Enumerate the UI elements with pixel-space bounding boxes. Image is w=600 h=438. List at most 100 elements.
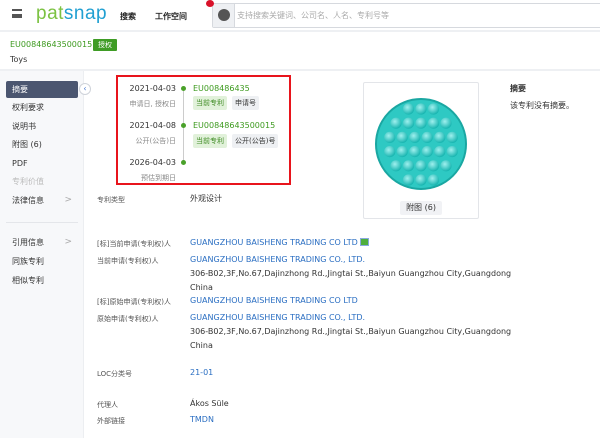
patent-number: EU00848643500015 [10,40,93,49]
patent-type-value: 外观设计 [190,194,222,203]
timeline-label: 申请日, 授权日 [129,100,176,108]
timeline-date: 2021-04-08 [129,121,177,130]
bubble [409,146,421,158]
bubble [384,146,396,158]
sidebar-item-label: 引用信息 [12,238,44,247]
abstract-heading: 摘要 [510,84,526,93]
field-label: [标]原始申请(专利权)人 [97,298,171,306]
notification-dot [206,0,214,7]
field-label: 当前申请(专利权)人 [97,257,159,265]
chevron-right-icon: > [64,195,72,205]
sidebar-item-citations[interactable]: 引用信息 > [6,234,78,251]
bubble [402,117,415,129]
bubble [415,174,427,186]
sidebar-item-claims[interactable]: 权利要求 [6,99,78,116]
sidebar-item-label: 相似专利 [12,276,44,285]
original-assignee-address: 306-B02,3F,No.67,Dajinzhong Rd.,Jingtai … [190,327,512,336]
bubble [446,131,458,143]
loc-class-link[interactable]: 21-01 [190,366,213,380]
bubble [440,160,452,172]
bubble [396,146,408,158]
original-assignee-country: China [190,341,213,350]
std-current-assignee-link[interactable]: GUANGZHOU BAISHENG TRADING CO LTD [190,238,358,247]
sidebar-item-label: 法律信息 [12,196,44,205]
bubble [427,160,440,172]
bubble [402,174,415,186]
publication-number-link[interactable]: EU00848643500015 [193,121,275,130]
nav-workspace[interactable]: 工作空间 [155,11,187,22]
sidebar-item-label: 摘要 [12,85,28,94]
bubble [402,160,415,172]
bubble [415,160,427,172]
figure-card[interactable]: 附图 (6) [363,82,479,219]
timeline-dot [181,123,186,128]
bubble [446,146,458,158]
sidebar-item-figures[interactable]: 附图 (6) [6,136,78,153]
sidebar-item-family[interactable]: 同族专利 [6,253,78,270]
collapse-sidebar-button[interactable]: ‹ [79,83,91,95]
bubble [440,117,452,129]
original-assignee-link[interactable]: GUANGZHOU BAISHENG TRADING CO., LTD. [190,311,511,325]
search-input[interactable] [237,8,587,23]
patsnap-logo[interactable]: patsnap [36,3,107,25]
sidebar-item-label: PDF [12,159,28,168]
sidebar-item-description[interactable]: 说明书 [6,118,78,135]
bubble [434,131,446,143]
field-label: [标]当前申请(专利权)人 [97,240,171,248]
chevron-right-icon: > [64,237,72,247]
field-label: 专利类型 [97,196,125,204]
external-link-tmdn[interactable]: TMDN [190,413,214,427]
current-assignee-country: China [190,283,213,292]
sidebar-item-legal-info[interactable]: 法律信息 > [6,192,78,209]
globe-icon[interactable] [213,4,235,27]
field-label: 原始申请(专利权)人 [97,315,159,323]
status-badge: 授权 [93,39,117,51]
sidebar: 摘要 权利要求 说明书 附图 (6) PDF 专利价值 法律信息 > 引用信息 > … [0,71,84,438]
timeline-date: 2026-04-03 [129,158,177,167]
sidebar-item-similar[interactable]: 相似专利 [6,272,78,289]
sidebar-item-label: 专利价值 [12,177,44,186]
bubble [415,103,427,115]
field-label: 代理人 [97,401,118,409]
application-number-link[interactable]: EU008486435 [193,84,250,93]
hamburger-menu-icon[interactable] [12,9,22,18]
field-label: 外部链接 [97,417,125,425]
divider [0,69,600,71]
application-number-tag: 申请号 [232,96,259,110]
bubble [427,103,440,115]
sidebar-item-abstract[interactable]: 摘要 [6,81,78,98]
bubble [421,146,433,158]
sidebar-item-patent-value: 专利价值 [6,173,78,190]
sidebar-divider [6,222,78,223]
sidebar-item-label: 附图 (6) [12,140,42,149]
abstract-text: 该专利没有摘要。 [510,101,574,110]
sidebar-item-label: 说明书 [12,122,36,131]
std-original-assignee-link[interactable]: GUANGZHOU BAISHENG TRADING CO LTD [190,294,358,308]
bubble [396,131,408,143]
bubble [427,117,440,129]
current-assignee-address: 306-B02,3F,No.67,Dajinzhong Rd.,Jingtai … [190,269,512,278]
bubble [402,103,415,115]
patent-figure-image [375,98,467,190]
patent-title: Toys [10,55,28,64]
bubble [384,131,396,143]
sidebar-item-label: 同族专利 [12,257,44,266]
current-patent-tag: 当前专利 [193,96,227,110]
company-chart-icon[interactable] [359,238,369,246]
figures-button[interactable]: 附图 (6) [400,201,442,215]
timeline-date: 2021-04-03 [129,84,177,93]
bubble [434,146,446,158]
timeline-dot [181,86,186,91]
search-bar [212,3,600,28]
current-assignee-link[interactable]: GUANGZHOU BAISHENG TRADING CO., LTD. [190,253,511,267]
sidebar-item-pdf[interactable]: PDF [6,155,78,172]
sidebar-item-label: 权利要求 [12,103,44,112]
bubble [421,131,433,143]
bubble [390,117,402,129]
bubble [409,131,421,143]
bubble [415,117,427,129]
current-patent-tag: 当前专利 [193,134,227,148]
timeline-label: 预估到期日 [141,174,176,182]
nav-search[interactable]: 搜索 [120,11,136,22]
timeline-label: 公开(公告)日 [135,137,176,145]
